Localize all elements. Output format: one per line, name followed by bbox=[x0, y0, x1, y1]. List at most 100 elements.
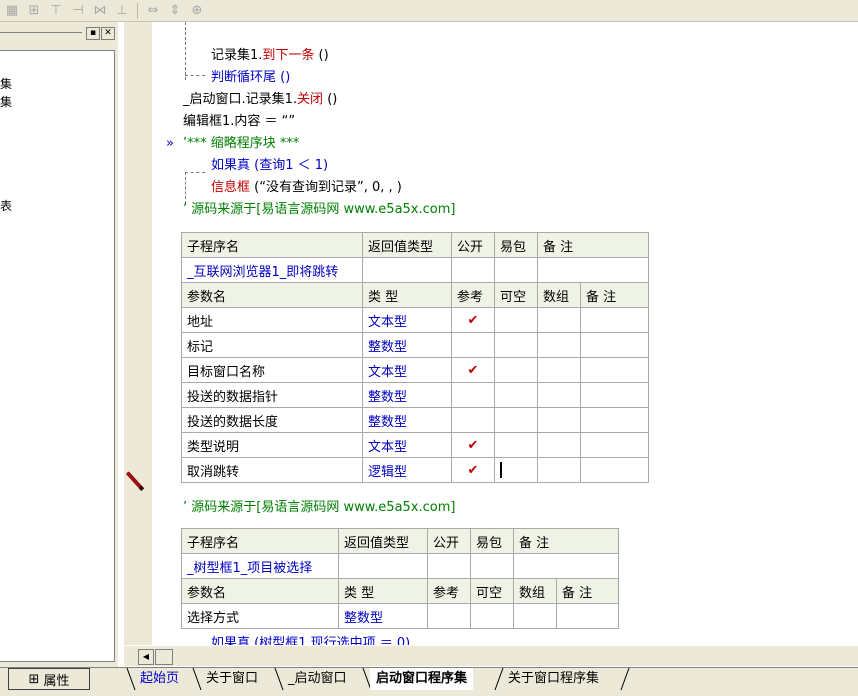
fit-height-icon[interactable]: ⇕ bbox=[165, 2, 185, 20]
table-cell[interactable] bbox=[494, 257, 538, 283]
table-cell[interactable] bbox=[580, 332, 649, 358]
table-cell[interactable] bbox=[494, 332, 538, 358]
table-row[interactable]: 选择方式 整数型 bbox=[181, 603, 619, 629]
center-icon[interactable]: ⊕ bbox=[187, 2, 207, 20]
table-cell[interactable] bbox=[537, 432, 581, 458]
grid-top-icon[interactable]: ⊤ bbox=[46, 2, 66, 20]
scroll-left-icon[interactable]: ◀ bbox=[138, 649, 154, 665]
subroutine-name[interactable]: _树型框1_项目被选择 bbox=[181, 553, 339, 579]
table-cell[interactable] bbox=[451, 382, 495, 408]
param-name[interactable]: 标记 bbox=[181, 332, 363, 358]
table-cell[interactable] bbox=[470, 603, 514, 629]
table-cell[interactable] bbox=[451, 257, 495, 283]
param-name[interactable]: 选择方式 bbox=[181, 603, 339, 629]
table-cell[interactable] bbox=[470, 553, 514, 579]
code-line[interactable]: 记录集1.到下一条 () bbox=[211, 48, 329, 64]
table-row[interactable]: 投送的数据指针 整数型 bbox=[181, 382, 649, 408]
table-cell[interactable] bbox=[537, 257, 649, 283]
param-type[interactable]: 整数型 bbox=[338, 603, 428, 629]
table-cell[interactable] bbox=[513, 553, 619, 579]
check-icon[interactable]: ✔ bbox=[451, 457, 495, 483]
comment-line[interactable]: ’ 源码来源于[易语言源码网 www.e5a5x.com] bbox=[183, 500, 455, 516]
param-name[interactable]: 取消跳转 bbox=[181, 457, 363, 483]
code-line[interactable]: 判断循环尾 () bbox=[211, 70, 290, 86]
tree-item[interactable]: 集 bbox=[0, 93, 12, 110]
code-line[interactable]: 如果真 (树型框1.现行选中项 ＝ 0) bbox=[211, 636, 410, 645]
table-cell[interactable] bbox=[427, 553, 471, 579]
fit-width-icon[interactable]: ⇔ bbox=[143, 2, 163, 20]
param-type[interactable]: 整数型 bbox=[362, 407, 452, 433]
table-cell[interactable] bbox=[580, 432, 649, 458]
check-icon[interactable]: ✔ bbox=[451, 432, 495, 458]
param-type[interactable]: 文本型 bbox=[362, 432, 452, 458]
table-cell[interactable] bbox=[338, 553, 428, 579]
table-cell[interactable] bbox=[427, 603, 471, 629]
table-cell[interactable] bbox=[494, 457, 538, 483]
table-cell[interactable] bbox=[537, 332, 581, 358]
table-cell[interactable] bbox=[580, 357, 649, 383]
properties-button[interactable]: ⊞ 属性 bbox=[8, 668, 90, 690]
table-cell[interactable] bbox=[362, 257, 452, 283]
param-type[interactable]: 文本型 bbox=[362, 357, 452, 383]
param-name[interactable]: 类型说明 bbox=[181, 432, 363, 458]
table-cell[interactable] bbox=[537, 382, 581, 408]
table-row[interactable]: 类型说明 文本型 ✔ bbox=[181, 432, 649, 458]
table-cell[interactable] bbox=[451, 332, 495, 358]
code-line[interactable]: 编辑框1.内容 ＝ “” bbox=[183, 114, 295, 130]
param-type[interactable]: 逻辑型 bbox=[362, 457, 452, 483]
code-line[interactable]: 信息框 (“没有查询到记录”, 0, , ) bbox=[211, 180, 402, 196]
table-row[interactable]: 取消跳转 逻辑型 ✔ bbox=[181, 457, 649, 483]
table-row[interactable]: 投送的数据长度 整数型 bbox=[181, 407, 649, 433]
tab-about-window-program-set[interactable]: 关于窗口程序集 bbox=[502, 668, 605, 690]
align-v-icon[interactable]: ⊥ bbox=[112, 2, 132, 20]
comment-line[interactable]: ’ 源码来源于[易语言源码网 www.e5a5x.com] bbox=[183, 202, 455, 218]
table-row[interactable]: _树型框1_项目被选择 bbox=[181, 553, 619, 579]
param-name[interactable]: 地址 bbox=[181, 307, 363, 333]
table-cell[interactable] bbox=[494, 407, 538, 433]
tab-start-page[interactable]: 起始页 bbox=[134, 668, 185, 690]
table-cell[interactable] bbox=[537, 357, 581, 383]
param-type[interactable]: 文本型 bbox=[362, 307, 452, 333]
subroutine-name[interactable]: _互联网浏览器1_即将跳转 bbox=[181, 257, 363, 283]
code-line[interactable]: 如果真 (查询1 ＜ 1) bbox=[211, 158, 328, 174]
grid-right-icon[interactable]: ⊣ bbox=[68, 2, 88, 20]
table-cell[interactable] bbox=[556, 603, 619, 629]
table-row[interactable]: 标记 整数型 bbox=[181, 332, 649, 358]
table-row[interactable]: _互联网浏览器1_即将跳转 bbox=[181, 257, 649, 283]
code-editor[interactable]: 记录集1.到下一条 () 判断循环尾 () _启动窗口.记录集1.关闭 () 编… bbox=[152, 22, 858, 645]
check-icon[interactable]: ✔ bbox=[451, 357, 495, 383]
code-line[interactable]: _启动窗口.记录集1.关闭 () bbox=[183, 92, 337, 108]
table-cell[interactable] bbox=[494, 432, 538, 458]
table-cell[interactable] bbox=[494, 357, 538, 383]
horizontal-scrollbar[interactable]: ◀ bbox=[124, 645, 858, 666]
grid-icon[interactable]: ▦ bbox=[2, 2, 22, 20]
check-icon[interactable]: ✔ bbox=[451, 307, 495, 333]
tab-startup-window[interactable]: _启动窗口 bbox=[282, 668, 353, 690]
param-name[interactable]: 投送的数据指针 bbox=[181, 382, 363, 408]
table-cell[interactable] bbox=[580, 307, 649, 333]
table-cell[interactable] bbox=[580, 382, 649, 408]
table-cell[interactable] bbox=[494, 382, 538, 408]
tree-item[interactable]: 集 bbox=[0, 75, 12, 92]
close-icon[interactable]: ✕ bbox=[101, 27, 115, 40]
table-cell[interactable] bbox=[537, 307, 581, 333]
align-h-icon[interactable]: ⋈ bbox=[90, 2, 110, 20]
table-cell[interactable] bbox=[580, 457, 649, 483]
param-type[interactable]: 整数型 bbox=[362, 332, 452, 358]
table-cell[interactable] bbox=[537, 457, 581, 483]
table-cell[interactable] bbox=[451, 407, 495, 433]
tree-item[interactable]: 表 bbox=[0, 197, 12, 214]
table-cell[interactable] bbox=[580, 407, 649, 433]
scroll-thumb[interactable] bbox=[155, 649, 173, 665]
expand-marker-icon[interactable]: » bbox=[166, 136, 174, 152]
tab-startup-window-program-set[interactable]: 启动窗口程序集 bbox=[370, 668, 474, 690]
param-name[interactable]: 目标窗口名称 bbox=[181, 357, 363, 383]
collapsed-block[interactable]: ’*** 缩略程序块 *** bbox=[183, 136, 299, 152]
restore-icon[interactable]: ▪ bbox=[86, 27, 100, 40]
table-row[interactable]: 地址 文本型 ✔ bbox=[181, 307, 649, 333]
tab-about-window[interactable]: 关于窗口 bbox=[200, 668, 264, 690]
param-type[interactable]: 整数型 bbox=[362, 382, 452, 408]
grid-center-icon[interactable]: ⊞ bbox=[24, 2, 44, 20]
table-row[interactable]: 目标窗口名称 文本型 ✔ bbox=[181, 357, 649, 383]
param-name[interactable]: 投送的数据长度 bbox=[181, 407, 363, 433]
